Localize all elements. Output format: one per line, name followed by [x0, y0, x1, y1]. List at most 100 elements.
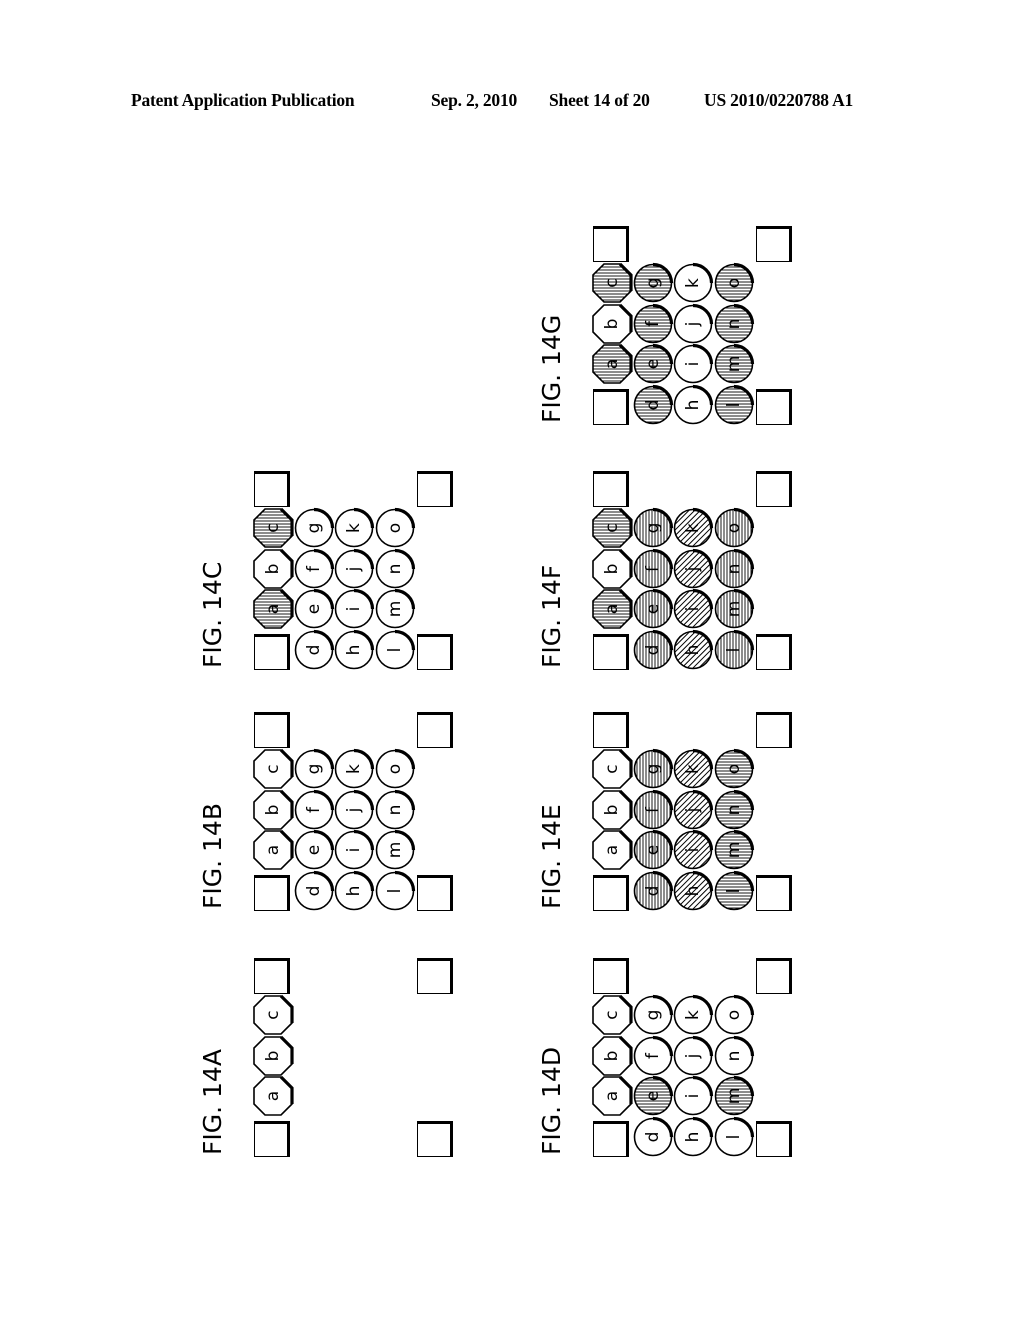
corner-square-top-right — [417, 958, 453, 994]
element-letter: n — [723, 804, 743, 815]
corner-square-top-left — [593, 226, 629, 262]
circle-element-o: o — [714, 994, 754, 1035]
element-letter: n — [723, 1050, 743, 1061]
element-letter: e — [642, 358, 662, 370]
corner-square-top-left — [254, 471, 290, 507]
element-letter: c — [601, 278, 622, 288]
circle-element-k: k — [673, 507, 714, 548]
element-letter: j — [682, 566, 703, 571]
circle-element-i: i — [673, 1075, 714, 1116]
corner-square-top-right — [417, 712, 453, 748]
corner-square-top-right — [756, 471, 792, 507]
element-letter: o — [723, 763, 743, 775]
circle-element-h: h — [673, 870, 714, 911]
corner-square-bottom-right — [756, 875, 792, 911]
circle-element-o: o — [375, 748, 415, 789]
circle-element-m: m — [375, 829, 415, 870]
element-letter: a — [262, 603, 283, 615]
element-letter: k — [682, 523, 703, 533]
element-letter: e — [642, 844, 662, 856]
figure-label: FIG. 14E — [537, 804, 566, 909]
circle-element-h: h — [673, 384, 714, 425]
element-letter: a — [601, 844, 622, 856]
octagon-element-c: c — [253, 507, 294, 548]
sheet-number: Sheet 14 of 20 — [549, 90, 650, 110]
element-letter: i — [343, 847, 364, 853]
element-letter: g — [642, 277, 662, 289]
element-letter: n — [384, 563, 404, 574]
element-letter: a — [601, 358, 622, 370]
element-letter: c — [601, 523, 622, 533]
element-letter: b — [601, 563, 622, 574]
octagon-element-c: c — [592, 507, 633, 548]
circle-element-f: f — [633, 548, 673, 589]
element-letter: b — [262, 563, 283, 574]
element-letter: j — [682, 1053, 703, 1058]
corner-square-bottom-right — [756, 634, 792, 670]
element-letter: c — [262, 1010, 283, 1020]
octagon-element-c: c — [253, 994, 294, 1035]
circle-element-i: i — [334, 829, 375, 870]
circle-element-i: i — [673, 343, 714, 384]
publication-date: Sep. 2, 2010 — [431, 90, 518, 110]
element-letter: m — [723, 600, 743, 618]
element-letter: e — [303, 844, 323, 856]
element-letter: k — [343, 764, 364, 774]
element-letter: m — [723, 355, 743, 373]
circle-element-k: k — [334, 748, 375, 789]
element-letter: f — [303, 565, 323, 572]
element-letter: d — [642, 399, 662, 410]
circle-element-n: n — [714, 1035, 754, 1076]
element-letter: o — [723, 277, 743, 289]
element-letter: i — [682, 847, 703, 853]
element-letter: k — [682, 764, 703, 774]
corner-square-top-right — [417, 471, 453, 507]
figure-label: FIG. 14B — [198, 803, 227, 909]
circle-element-f: f — [294, 789, 334, 830]
circle-element-l: l — [714, 384, 754, 425]
element-letter: o — [723, 522, 743, 534]
figure-label: FIG. 14A — [198, 1049, 227, 1155]
element-letter: l — [723, 647, 743, 652]
circle-element-k: k — [673, 994, 714, 1035]
octagon-element-b: b — [592, 1035, 633, 1076]
element-letter: h — [682, 644, 703, 655]
element-letter: f — [642, 565, 662, 572]
corner-square-bottom-left — [254, 634, 290, 670]
element-letter: b — [601, 804, 622, 815]
element-letter: d — [303, 644, 323, 655]
element-letter: e — [642, 1090, 662, 1102]
element-letter: g — [303, 522, 323, 534]
octagon-element-b: b — [253, 548, 294, 589]
circle-element-f: f — [633, 1035, 673, 1076]
figure-14a: FIG. 14A c b a — [198, 957, 463, 1162]
element-letter: g — [642, 763, 662, 775]
corner-square-bottom-left — [593, 634, 629, 670]
corner-square-bottom-left — [254, 1121, 290, 1157]
corner-square-top-right — [756, 226, 792, 262]
circle-element-h: h — [673, 1116, 714, 1157]
circle-element-l: l — [714, 1116, 754, 1157]
element-letter: h — [343, 885, 364, 896]
circle-element-g: g — [294, 507, 334, 548]
element-letter: o — [384, 522, 404, 534]
octagon-element-c: c — [592, 994, 633, 1035]
corner-square-bottom-left — [593, 1121, 629, 1157]
circle-element-n: n — [714, 548, 754, 589]
circle-element-d: d — [294, 629, 334, 670]
circle-element-l: l — [375, 870, 415, 911]
figure-14e: FIG. 14E c b a g f e d k j i h o n m l — [537, 711, 802, 916]
octagon-element-c: c — [592, 262, 633, 303]
circle-element-m: m — [714, 1075, 754, 1116]
corner-square-bottom-right — [417, 1121, 453, 1157]
element-letter: n — [723, 318, 743, 329]
element-letter: c — [601, 764, 622, 774]
octagon-element-b: b — [592, 789, 633, 830]
figure-14d: FIG. 14D c b a g f e d k j i h o n m l — [537, 957, 802, 1162]
element-letter: a — [262, 844, 283, 856]
circle-element-j: j — [673, 303, 714, 344]
publication-type: Patent Application Publication — [131, 90, 355, 110]
circle-element-j: j — [673, 548, 714, 589]
circle-element-e: e — [633, 343, 673, 384]
element-letter: f — [642, 806, 662, 813]
